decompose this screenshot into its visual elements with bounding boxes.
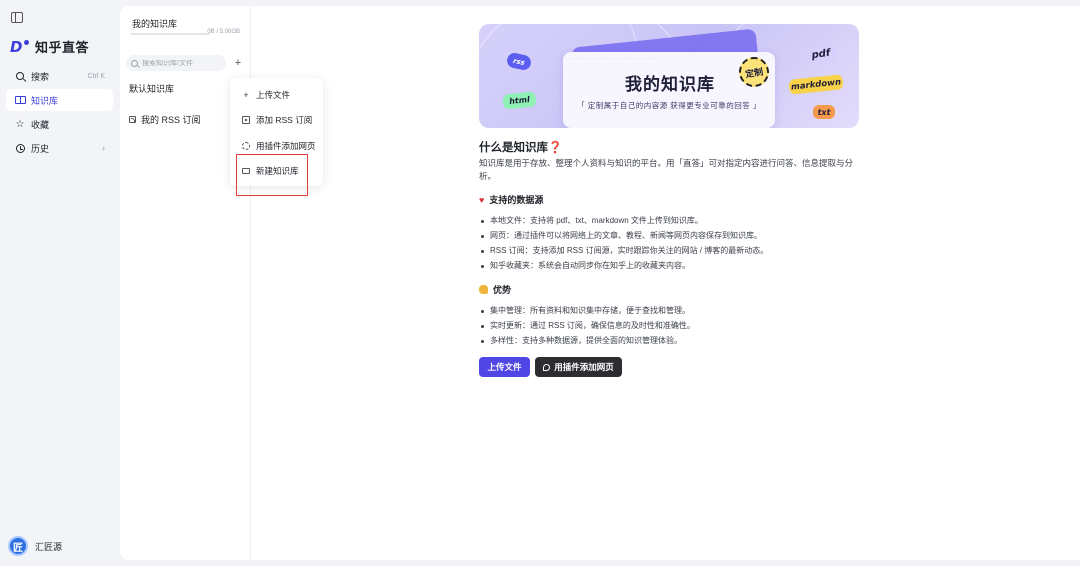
- kb-list-item[interactable]: 默认知识库: [129, 82, 174, 95]
- star-icon: ☆: [15, 118, 25, 130]
- sources-list: 本地文件：支持将 pdf、txt、markdown 文件上传到知识库。 网页：通…: [481, 213, 861, 273]
- menu-item-label: 添加 RSS 订阅: [256, 115, 313, 125]
- intro-paragraph: 知识库是用于存放、整理个人资料与知识的平台。用「直答」可对指定内容进行问答、信息…: [479, 158, 854, 181]
- book-icon: [13, 93, 27, 107]
- left-sidebar: D 知乎直答 搜索 Ctrl K 知识库 ☆ 收藏 历史 › 匠 汇匠源: [0, 0, 120, 566]
- heading-text: 什么是知识库: [479, 142, 548, 154]
- menu-item-upload-file[interactable]: + 上传文件: [242, 89, 290, 101]
- brand-logo-icon: D: [10, 39, 29, 55]
- list-item: 知乎收藏夹：系统会自动同步你在知乎上的收藏夹内容。: [481, 258, 861, 273]
- heart-icon: ♥: [479, 194, 485, 205]
- sidebar-item-label: 历史: [31, 143, 50, 154]
- sidebar-item-label: 收藏: [31, 119, 50, 130]
- plus-icon: +: [243, 90, 249, 100]
- upload-file-button[interactable]: 上传文件: [479, 357, 530, 377]
- sidebar-nav: 搜索 Ctrl K 知识库 ☆ 收藏 历史 ›: [6, 65, 113, 161]
- search-icon: [13, 69, 27, 83]
- kb-list-item-rss[interactable]: 我的 RSS 订阅: [129, 113, 201, 126]
- brand[interactable]: D 知乎直答: [10, 37, 89, 56]
- question-mark-icon: ❓: [548, 142, 563, 154]
- add-button[interactable]: +: [231, 55, 245, 71]
- sidebar-item-label: 搜索: [31, 71, 50, 82]
- advantages-list: 集中管理：所有资料和知识集中存储，便于查找和管理。 实时更新：通过 RSS 订阅…: [481, 303, 861, 348]
- chat-bubble-icon: [543, 363, 551, 371]
- list-item: 多样性：支持多种数据源，提供全面的知识管理体验。: [481, 333, 861, 348]
- kb-search-box[interactable]: [126, 55, 226, 71]
- menu-item-add-rss[interactable]: 添加 RSS 订阅: [242, 114, 312, 126]
- txt-sticker: txt: [813, 105, 835, 119]
- clock-icon: [13, 141, 27, 155]
- list-item: 实时更新：通过 RSS 订阅，确保信息的及时性和准确性。: [481, 318, 861, 333]
- banner-title: 我的知识库: [625, 75, 715, 94]
- user-profile[interactable]: 匠 汇匠源: [8, 536, 62, 556]
- list-item: 本地文件：支持将 pdf、txt、markdown 文件上传到知识库。: [481, 213, 861, 228]
- storage-usage-text: 0B / 5.00GB: [207, 29, 240, 35]
- kb-panel-title: 我的知识库: [132, 19, 178, 29]
- banner-subtitle: 「 定制属于自己的内容源 获得更专业可靠的回答 」: [577, 101, 761, 110]
- chevron-right-icon: ›: [102, 143, 105, 153]
- list-item: 网页：通过插件可以将网络上的文章、教程、新闻等网页内容保存到知识库。: [481, 228, 861, 243]
- user-name: 汇匠源: [35, 541, 63, 552]
- sidebar-item-history[interactable]: 历史 ›: [6, 137, 113, 159]
- highlight-annotation: [236, 154, 308, 196]
- sidebar-toggle-icon[interactable]: [11, 12, 23, 23]
- brand-name: 知乎直答: [35, 40, 90, 55]
- rss-icon: [129, 116, 136, 123]
- advantages-title: 优势: [493, 285, 512, 295]
- muscle-icon: [479, 285, 488, 294]
- search-icon: [131, 59, 138, 67]
- content-heading: 什么是知识库❓: [479, 139, 562, 155]
- storage-usage-bar: [130, 33, 210, 35]
- avatar[interactable]: 匠: [8, 536, 28, 556]
- sources-heading: ♥ 支持的数据源: [479, 193, 543, 206]
- kb-search-input[interactable]: [142, 59, 222, 67]
- plugin-add-webpage-button[interactable]: 用插件添加网页: [535, 357, 622, 377]
- button-label: 用插件添加网页: [554, 362, 614, 372]
- rss-square-icon: [242, 116, 250, 124]
- kb-item-label: 我的 RSS 订阅: [141, 115, 201, 125]
- shortcut-hint: Ctrl K: [87, 72, 106, 80]
- menu-item-label: 上传文件: [256, 90, 291, 100]
- menu-item-label: 用插件添加网页: [256, 141, 316, 151]
- sources-title: 支持的数据源: [489, 195, 544, 205]
- advantages-heading: 优势: [479, 283, 511, 296]
- menu-item-plugin-webpage[interactable]: 用插件添加网页: [242, 140, 316, 152]
- hero-banner: · · · · · · · · · · · · · · · · · · · · …: [479, 24, 859, 128]
- sidebar-item-favorites[interactable]: ☆ 收藏: [6, 113, 113, 135]
- list-item: RSS 订阅：支持添加 RSS 订阅源，实时跟踪你关注的网站 / 博客的最新动态…: [481, 243, 861, 258]
- sidebar-item-label: 知识库: [31, 95, 59, 106]
- sidebar-item-search[interactable]: 搜索 Ctrl K: [6, 65, 113, 87]
- plugin-icon: [242, 142, 250, 150]
- sidebar-item-knowledge-base[interactable]: 知识库: [6, 89, 113, 111]
- kb-item-label: 默认知识库: [129, 84, 175, 94]
- list-item: 集中管理：所有资料和知识集中存储，便于查找和管理。: [481, 303, 861, 318]
